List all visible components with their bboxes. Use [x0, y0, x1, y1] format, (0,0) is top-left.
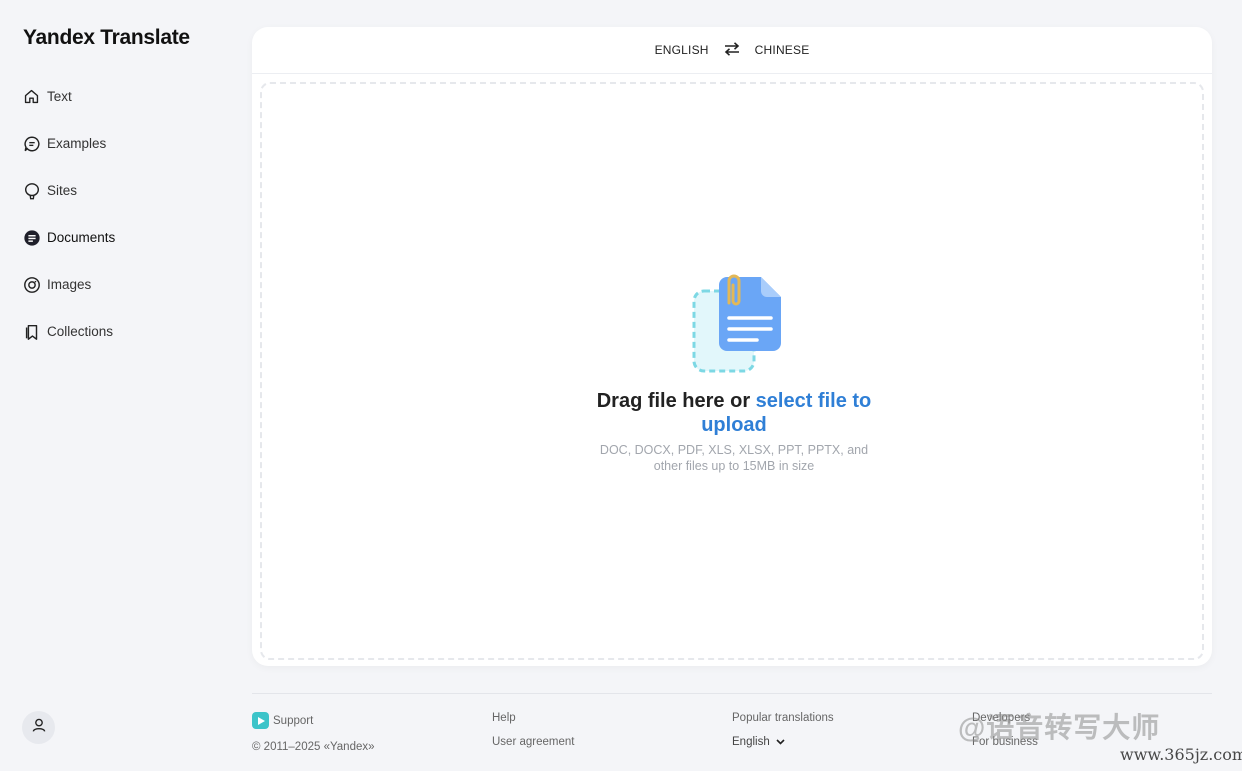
sidebar-item-images[interactable]: Images	[22, 268, 115, 301]
sidebar-item-label: Images	[47, 277, 92, 292]
file-dropzone[interactable]: Drag file here or select file to upload …	[260, 82, 1204, 660]
interface-language-select[interactable]: English	[732, 736, 834, 748]
sidebar-item-label: Sites	[47, 183, 78, 198]
popular-translations-link[interactable]: Popular translations	[732, 712, 834, 724]
footer-col-3: Popular translations English	[732, 712, 834, 748]
globe-icon	[22, 181, 41, 200]
support-icon	[252, 712, 269, 729]
sidebar-item-label: Examples	[47, 136, 107, 151]
document-icon	[22, 228, 41, 247]
watermark-text: @语音转写大师	[958, 712, 1161, 743]
dropzone-title-text: Drag file here or	[596, 390, 756, 412]
sidebar-item-text[interactable]: Text	[22, 80, 115, 113]
app-logo[interactable]: Yandex Translate	[23, 26, 190, 50]
sidebar-item-label: Text	[47, 89, 72, 104]
help-link[interactable]: Help	[492, 712, 516, 724]
footer-col-2: Help User agreement	[492, 712, 574, 748]
watermark-site: www.365jz.com	[1120, 745, 1242, 764]
document-upload-icon	[691, 273, 783, 375]
copyright-text: © 2011–2025 «Yandex»	[252, 741, 375, 753]
dropzone-title: Drag file here or select file to upload	[584, 389, 884, 437]
footer-col-1: Support © 2011–2025 «Yandex»	[252, 712, 375, 753]
bookmark-icon	[22, 322, 41, 341]
user-avatar-button[interactable]	[22, 711, 55, 744]
sidebar-item-examples[interactable]: Examples	[22, 127, 115, 160]
footer-divider	[252, 693, 1212, 694]
support-link[interactable]: Support	[273, 715, 313, 727]
language-bar: ENGLISH CHINESE	[252, 27, 1212, 74]
user-icon	[31, 717, 47, 738]
target-language-select[interactable]: CHINESE	[747, 43, 818, 57]
sidebar-item-label: Documents	[47, 230, 116, 245]
sidebar-item-label: Collections	[47, 324, 114, 339]
sidebar-item-sites[interactable]: Sites	[22, 174, 115, 207]
translate-card: ENGLISH CHINESE Drag file here or select…	[252, 27, 1212, 666]
interface-language-label: English	[732, 736, 770, 748]
chevron-down-icon	[776, 736, 785, 748]
sidebar-item-collections[interactable]: Collections	[22, 315, 115, 348]
source-language-select[interactable]: ENGLISH	[647, 43, 717, 57]
chat-icon	[22, 134, 41, 153]
sidebar-nav: Text Examples Sites Documents Images Col…	[22, 80, 115, 362]
dropzone-subtitle: DOC, DOCX, PDF, XLS, XLSX, PPT, PPTX, an…	[599, 443, 869, 473]
swap-languages-button[interactable]	[717, 41, 747, 59]
user-agreement-link[interactable]: User agreement	[492, 736, 574, 748]
sidebar-item-documents[interactable]: Documents	[22, 221, 115, 254]
home-icon	[22, 87, 41, 106]
swap-icon	[724, 41, 740, 59]
camera-icon	[22, 275, 41, 294]
